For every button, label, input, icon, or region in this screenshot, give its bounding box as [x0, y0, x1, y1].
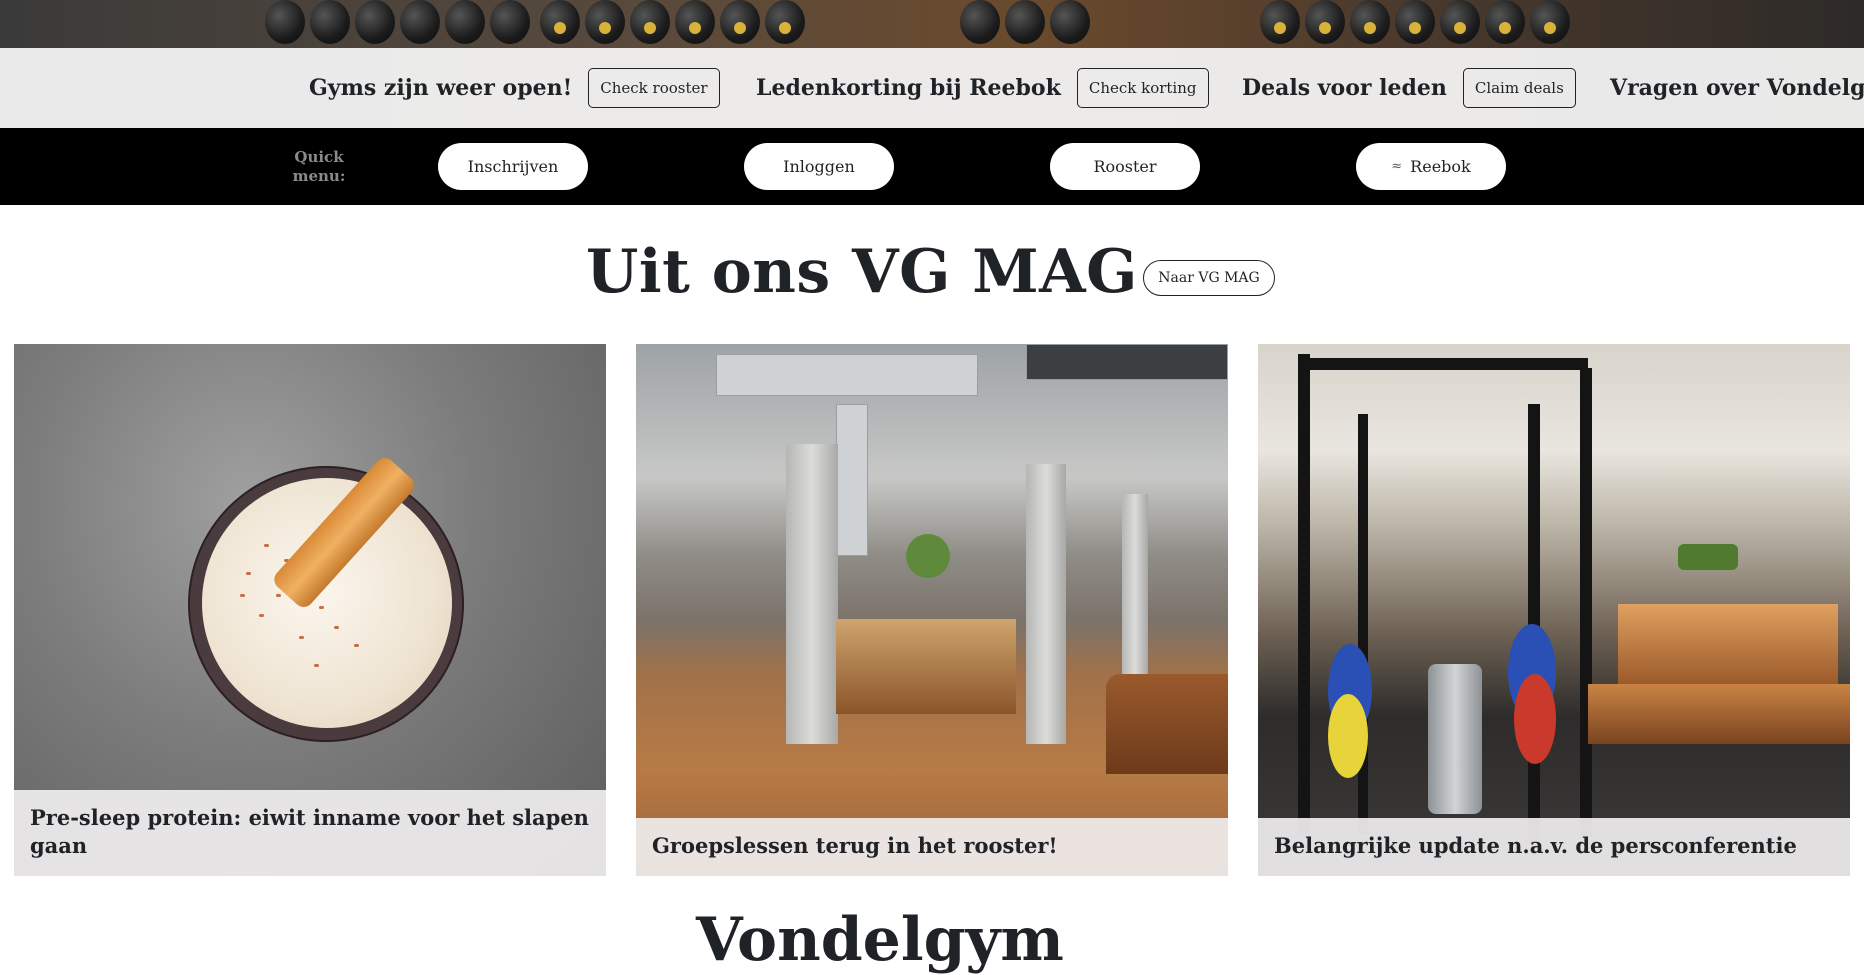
kettlebell-image — [1050, 0, 1090, 44]
rooster-button[interactable]: Rooster — [1050, 143, 1200, 190]
kettlebell-image — [1350, 0, 1390, 44]
kettlebell-image — [630, 0, 670, 44]
ticker-item: Ledenkorting bij Reebok Check korting — [756, 48, 1209, 128]
article-title[interactable]: Belangrijke update n.a.v. de persconfere… — [1258, 818, 1850, 876]
ticker-title: Ledenkorting bij Reebok — [756, 75, 1061, 101]
kettlebell-image — [960, 0, 1000, 44]
kettlebell-image — [355, 0, 395, 44]
kettlebell-image — [1440, 0, 1480, 44]
kettlebell-image — [1485, 0, 1525, 44]
quick-menu-bar: Quick menu: Inschrijven Inloggen Rooster… — [0, 128, 1864, 205]
kettlebell-image — [765, 0, 805, 44]
article-image — [1258, 344, 1850, 876]
hero-image-strip: Gyms zijn weer open! Check rooster Leden… — [0, 0, 1864, 128]
check-rooster-button[interactable]: Check rooster — [588, 68, 720, 108]
kettlebell-image — [1260, 0, 1300, 44]
article-title[interactable]: Pre-sleep protein: eiwit inname voor het… — [14, 790, 606, 876]
reebok-logo-icon: ≈ — [1391, 159, 1403, 174]
section-title: Uit ons VG MAG — [586, 237, 1138, 307]
claim-deals-button[interactable]: Claim deals — [1462, 68, 1576, 108]
article-card[interactable]: Belangrijke update n.a.v. de persconfere… — [1258, 344, 1850, 876]
announcement-ticker: Gyms zijn weer open! Check rooster Leden… — [0, 48, 1864, 128]
reebok-button-label: Reebok — [1410, 157, 1471, 176]
ticker-title: Deals voor leden — [1242, 75, 1447, 101]
reebok-button[interactable]: ≈ Reebok — [1356, 143, 1506, 190]
kettlebell-image — [540, 0, 580, 44]
kettlebell-image — [720, 0, 760, 44]
article-image — [636, 344, 1228, 876]
inloggen-button[interactable]: Inloggen — [744, 143, 894, 190]
article-card[interactable]: Pre-sleep protein: eiwit inname voor het… — [14, 344, 606, 876]
kettlebell-image — [675, 0, 715, 44]
ticker-item: Deals voor leden Claim deals — [1242, 48, 1576, 128]
kettlebell-image — [1005, 0, 1045, 44]
inschrijven-button[interactable]: Inschrijven — [438, 143, 588, 190]
ticker-title: Vragen over Vondelg — [1610, 75, 1864, 101]
kettlebell-image — [1395, 0, 1435, 44]
article-title[interactable]: Groepslessen terug in het rooster! — [636, 818, 1228, 876]
ticker-item: Gyms zijn weer open! Check rooster — [309, 48, 720, 128]
kettlebell-image — [1305, 0, 1345, 44]
check-korting-button[interactable]: Check korting — [1076, 68, 1209, 108]
ticker-item: Vragen over Vondelg — [1610, 48, 1864, 128]
next-section-heading: Vondelgym — [696, 905, 1064, 975]
kettlebell-image — [490, 0, 530, 44]
kettlebell-image — [400, 0, 440, 44]
article-card[interactable]: Groepslessen terug in het rooster! — [636, 344, 1228, 876]
kettlebell-image — [585, 0, 625, 44]
kettlebell-image — [265, 0, 305, 44]
naar-vg-mag-button[interactable]: Naar VG MAG — [1143, 260, 1275, 296]
kettlebell-image — [310, 0, 350, 44]
quick-menu-label: Quick menu: — [292, 148, 346, 185]
ticker-title: Gyms zijn weer open! — [309, 75, 573, 101]
kettlebell-image — [1530, 0, 1570, 44]
kettlebell-image — [445, 0, 485, 44]
